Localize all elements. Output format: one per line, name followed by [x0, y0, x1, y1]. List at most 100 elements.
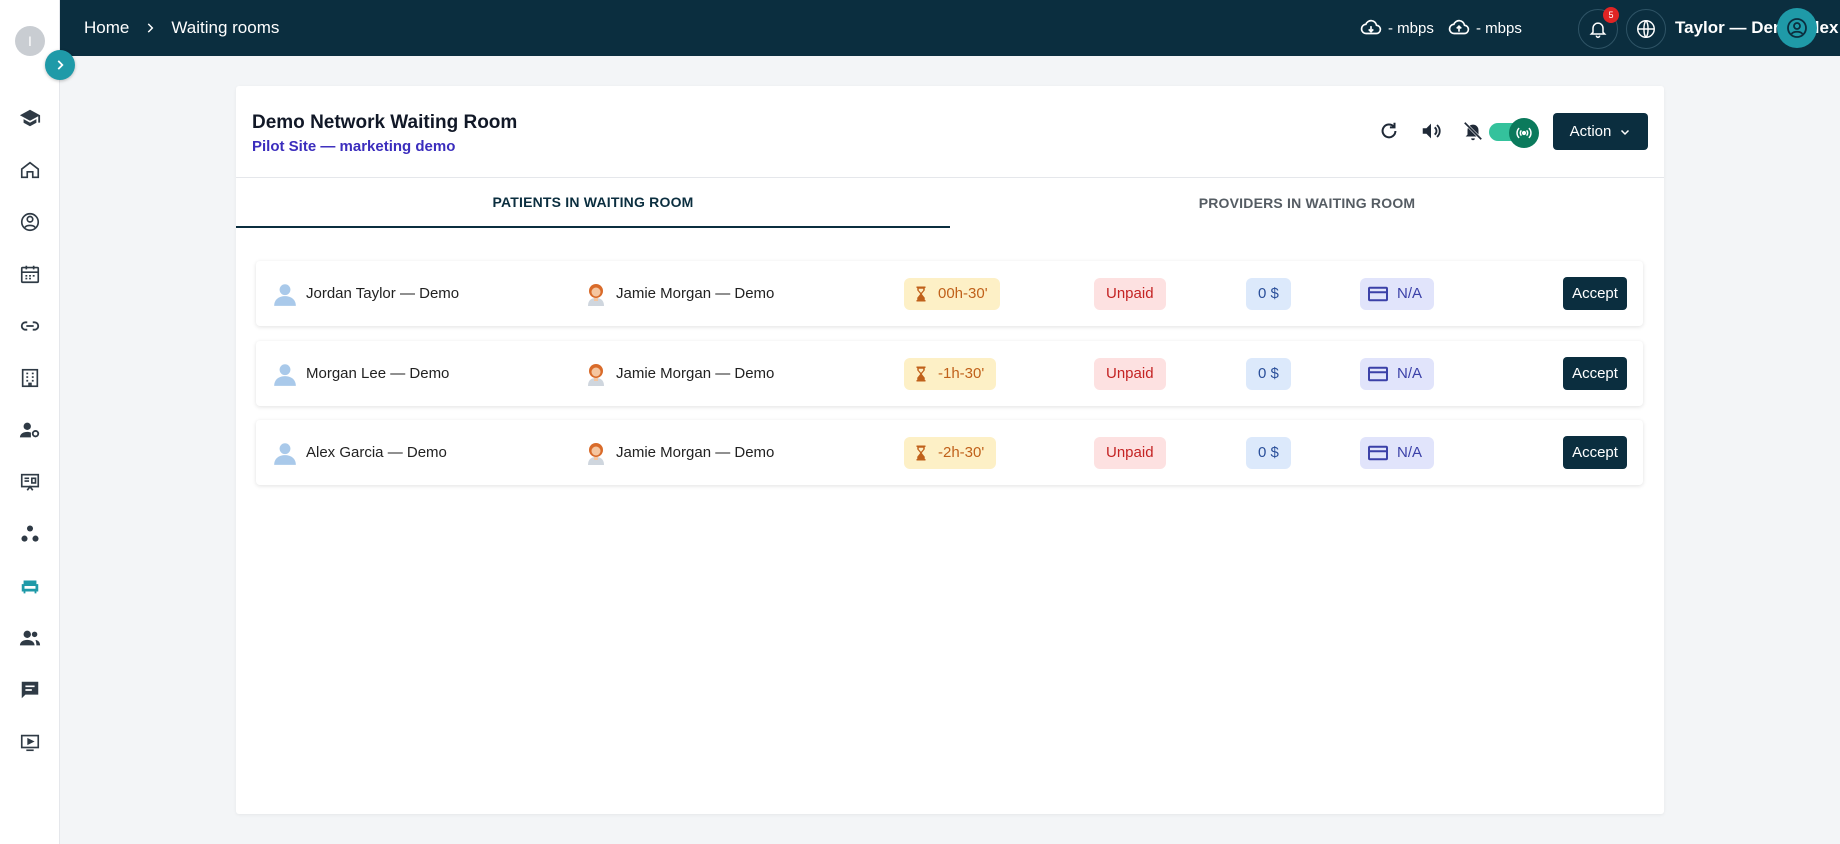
wait-time-badge: -2h-30' — [904, 436, 997, 469]
credit-card-icon — [1368, 366, 1388, 381]
payment-status-cell: Unpaid — [1094, 261, 1166, 326]
amount-badge: 0 $ — [1246, 357, 1291, 390]
payment-method-cell: N/A — [1360, 420, 1435, 485]
accept-button[interactable]: Accept — [1563, 357, 1627, 390]
room-subtitle[interactable]: Pilot Site — marketing demo — [252, 138, 455, 155]
sofa-icon — [21, 580, 39, 594]
action-cell: Accept — [1563, 341, 1627, 406]
notifications-button[interactable]: 5 — [1578, 7, 1619, 49]
upload-speed: - mbps — [1448, 0, 1522, 56]
sidebar-item-messages[interactable] — [15, 675, 45, 705]
download-speed-value: - mbps — [1388, 19, 1434, 37]
hourglass-icon — [916, 445, 926, 460]
video-icon — [20, 734, 40, 752]
wait-time-value: -1h-30' — [938, 365, 985, 382]
provider-name: Jamie Morgan — Demo — [616, 444, 775, 461]
credit-card-icon — [1368, 286, 1388, 301]
provider-name: Jamie Morgan — Demo — [616, 365, 775, 382]
provider-avatar-icon — [588, 363, 604, 386]
sidebar-item-calendar[interactable] — [15, 259, 45, 289]
action-cell: Accept — [1563, 420, 1627, 485]
action-dropdown-button[interactable]: Action — [1553, 113, 1648, 150]
sidebar-item-presentations[interactable] — [15, 467, 45, 497]
breadcrumb-home[interactable]: Home — [84, 18, 129, 38]
table-row: Morgan Lee — Demo Jamie Morgan — Demo -1… — [256, 341, 1643, 406]
home-icon — [20, 161, 40, 179]
sound-button[interactable] — [1416, 116, 1446, 146]
top-bar: Home Waiting rooms - mbps - mbps 5 Taylo… — [60, 0, 1840, 56]
payment-method-value: N/A — [1397, 285, 1423, 302]
bell-icon — [1589, 22, 1607, 39]
payment-method-value: N/A — [1397, 444, 1423, 461]
provider-name: Jamie Morgan — Demo — [616, 285, 775, 302]
action-button-label: Action — [1569, 123, 1612, 140]
refresh-icon — [1381, 122, 1397, 139]
patient-cell: Alex Garcia — Demo — [272, 420, 447, 485]
avatar-initial: I — [28, 33, 32, 49]
sidebar-item-network[interactable] — [15, 519, 45, 549]
sidebar-item-waiting-rooms[interactable] — [15, 571, 45, 601]
wait-time-cell: 00h-30' — [904, 261, 1000, 326]
tab-providers[interactable]: PROVIDERS IN WAITING ROOM — [950, 178, 1664, 228]
action-cell: Accept — [1563, 261, 1627, 326]
table-row: Alex Garcia — Demo Jamie Morgan — Demo -… — [256, 420, 1643, 485]
graduation-cap-icon — [19, 109, 41, 127]
upload-speed-value: - mbps — [1476, 19, 1522, 37]
sidebar-item-courses[interactable] — [15, 103, 45, 133]
broadcast-icon — [1516, 127, 1532, 139]
online-toggle[interactable] — [1489, 118, 1541, 148]
tab-bar: PATIENTS IN WAITING ROOM PROVIDERS IN WA… — [236, 177, 1664, 228]
payment-method-cell: N/A — [1360, 261, 1435, 326]
sidebar-item-videos[interactable] — [15, 727, 45, 757]
breadcrumb: Home Waiting rooms — [84, 0, 279, 56]
presentation-icon — [20, 473, 40, 491]
provider-avatar-icon — [588, 283, 604, 306]
language-button[interactable] — [1626, 9, 1666, 49]
tab-patients[interactable]: PATIENTS IN WAITING ROOM — [236, 178, 950, 228]
sidebar-item-providers[interactable] — [15, 207, 45, 237]
wait-time-value: -2h-30' — [938, 444, 985, 461]
building-icon — [21, 368, 39, 388]
patient-name[interactable]: Morgan Lee — Demo — [306, 365, 449, 382]
amount-cell: 0 $ — [1246, 341, 1291, 406]
toggle-knob — [1509, 118, 1539, 148]
patient-name[interactable]: Jordan Taylor — Demo — [306, 285, 459, 302]
sidebar-item-user-management[interactable] — [15, 415, 45, 445]
notification-badge: 5 — [1603, 7, 1619, 23]
payment-status-cell: Unpaid — [1094, 420, 1166, 485]
cloud-upload-icon — [1448, 19, 1470, 35]
cloud-download-icon — [1360, 19, 1382, 35]
sidebar-item-organizations[interactable] — [15, 363, 45, 393]
user-settings-icon — [19, 422, 40, 438]
patient-cell: Morgan Lee — Demo — [272, 341, 449, 406]
payment-method-value: N/A — [1397, 365, 1423, 382]
sidebar-expand-button[interactable] — [45, 50, 75, 80]
group-icon — [19, 630, 41, 646]
sidebar-avatar[interactable]: I — [15, 26, 45, 56]
sidebar-item-links[interactable] — [15, 311, 45, 341]
hourglass-icon — [916, 286, 926, 301]
wait-time-badge: -1h-30' — [904, 357, 997, 390]
download-speed: - mbps — [1360, 0, 1434, 56]
chevron-right-icon — [57, 60, 64, 70]
refresh-button[interactable] — [1374, 116, 1404, 146]
provider-cell: Jamie Morgan — Demo — [584, 341, 774, 406]
mute-notifications-button[interactable] — [1458, 116, 1488, 146]
sidebar-item-groups[interactable] — [15, 623, 45, 653]
user-avatar-button[interactable] — [1777, 8, 1817, 48]
amount-cell: 0 $ — [1246, 420, 1291, 485]
amount-cell: 0 $ — [1246, 261, 1291, 326]
accept-button[interactable]: Accept — [1563, 277, 1627, 310]
accept-button[interactable]: Accept — [1563, 436, 1627, 469]
amount-badge: 0 $ — [1246, 436, 1291, 469]
patient-avatar-icon — [274, 442, 296, 465]
patient-name[interactable]: Alex Garcia — Demo — [306, 444, 447, 461]
sidebar-item-home[interactable] — [15, 155, 45, 185]
breadcrumb-current: Waiting rooms — [171, 18, 280, 37]
patient-avatar-icon — [274, 283, 296, 306]
wait-time-cell: -1h-30' — [904, 341, 997, 406]
status-badge: Unpaid — [1094, 277, 1166, 310]
patient-cell: Jordan Taylor — Demo — [272, 261, 459, 326]
payment-method-cell: N/A — [1360, 341, 1435, 406]
table-row: Jordan Taylor — Demo Jamie Morgan — Demo… — [256, 261, 1643, 326]
